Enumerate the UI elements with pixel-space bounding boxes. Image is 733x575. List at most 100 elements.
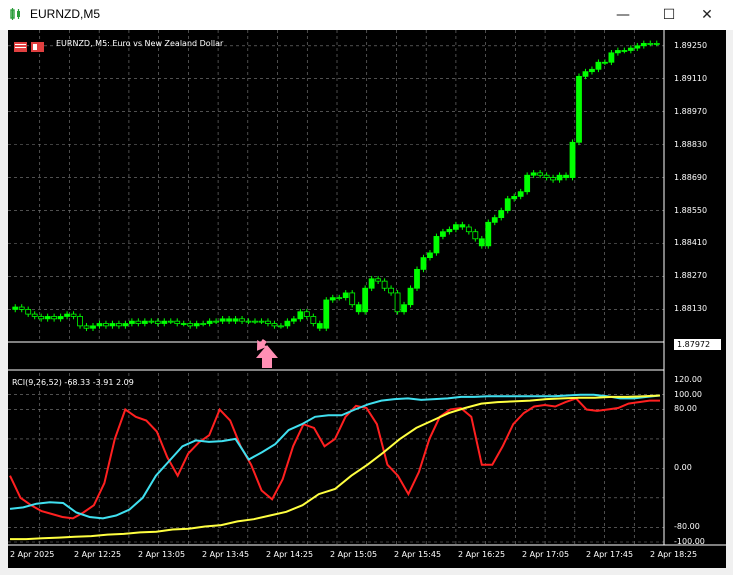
candle-body: [167, 320, 174, 323]
indicator-axis-label: -80.00: [674, 522, 700, 532]
price-axis-label: 1.88410: [674, 238, 708, 248]
candle-body: [368, 278, 375, 289]
candle-body: [70, 313, 77, 317]
candle-body: [180, 323, 187, 325]
time-axis-label: 2 Apr 13:05: [138, 550, 186, 559]
indicator-axis-label: 0.00: [674, 463, 692, 473]
candle-body: [297, 311, 304, 320]
candle-body: [18, 306, 25, 310]
indicator-label: RCI(9,26,52) -68.33 -3.91 2.09: [12, 378, 134, 387]
chart-canvas[interactable]: [8, 30, 726, 568]
candle-body: [375, 278, 382, 282]
candle-body: [427, 252, 433, 259]
candle-body: [25, 308, 32, 315]
chart-area[interactable]: EURNZD, M5: Euro vs New Zealand Dollar 1…: [8, 30, 726, 568]
candle-body: [51, 316, 58, 320]
candle-body: [31, 313, 38, 317]
candle-body: [174, 320, 181, 324]
price-axis-label: 1.88830: [674, 139, 708, 149]
candle-body: [362, 287, 369, 313]
candle-body: [135, 320, 142, 324]
candle-body: [278, 325, 284, 328]
candle-body: [213, 320, 220, 323]
candle-body: [239, 318, 245, 322]
window-title: EURNZD,M5: [30, 7, 101, 21]
candle-body: [187, 323, 194, 327]
candle-body: [498, 210, 505, 219]
candle-body: [472, 231, 479, 240]
candle-body: [459, 224, 466, 228]
candle-body: [543, 174, 550, 178]
candle-body: [440, 231, 446, 237]
candle-body: [271, 323, 278, 327]
candle-body: [219, 318, 226, 322]
time-axis-label: 2 Apr 17:45: [586, 550, 634, 559]
candle-body: [517, 191, 524, 197]
candle-body: [355, 304, 362, 313]
candle-body: [77, 316, 83, 327]
candle-body: [569, 141, 576, 178]
time-axis-label: 2 Apr 15:45: [394, 550, 442, 559]
candle-body: [576, 75, 582, 143]
candle-body: [653, 43, 660, 45]
candle-body: [452, 224, 459, 230]
candle-body: [148, 320, 155, 323]
time-axis-label: 2 Apr 2025: [10, 550, 55, 559]
candle-body: [232, 318, 239, 322]
candle-body: [537, 172, 544, 176]
close-icon: ✕: [701, 7, 713, 23]
time-axis-label: 2 Apr 14:25: [266, 550, 314, 559]
candle-body: [96, 323, 103, 327]
candle-body: [407, 287, 414, 306]
candle-body: [342, 292, 349, 299]
candle-body: [465, 226, 472, 233]
time-axis-label: 2 Apr 17:05: [522, 550, 570, 559]
candle-body: [83, 325, 90, 329]
candle-body: [64, 313, 70, 317]
candle-body: [310, 316, 317, 324]
candle-body: [550, 177, 556, 181]
candle-body: [57, 316, 64, 320]
candle-body: [252, 320, 258, 323]
price-axis-label: 1.88130: [674, 304, 708, 314]
current-price-tag: 1.87972: [674, 339, 721, 350]
candle-body: [161, 320, 168, 324]
candle-body: [349, 292, 356, 306]
chart-app-icon: [10, 8, 20, 20]
candle-body: [511, 196, 518, 200]
buy-arrow-icon: [256, 338, 278, 368]
maximize-button[interactable]: ☐: [652, 0, 686, 30]
candle-body: [103, 323, 109, 327]
time-axis-label: 2 Apr 18:25: [650, 550, 698, 559]
indicator-axis-label: 80.00: [674, 404, 697, 414]
candle-body: [323, 299, 330, 329]
candle-body: [401, 304, 407, 313]
candle-body: [433, 236, 440, 254]
minimize-button[interactable]: —: [606, 0, 640, 30]
candle-body: [589, 68, 595, 73]
candle-body: [245, 320, 252, 323]
candle-body: [206, 320, 213, 324]
symbol-menu-icons[interactable]: [14, 38, 46, 57]
indicator-axis-label: 120.00: [674, 375, 702, 384]
candle-body: [563, 174, 569, 178]
candle-body: [226, 318, 232, 322]
maximize-icon: ☐: [662, 7, 676, 23]
candle-body: [154, 320, 161, 324]
price-axis-label: 1.88970: [674, 106, 708, 116]
time-axis-label: 2 Apr 13:45: [202, 550, 250, 559]
candle-body: [128, 320, 135, 324]
candle-body: [556, 174, 563, 181]
close-button[interactable]: ✕: [690, 0, 724, 30]
candle-body: [141, 320, 148, 324]
candle-body: [116, 323, 122, 327]
candle-body: [414, 268, 420, 289]
candle-body: [38, 316, 45, 320]
candle-body: [284, 320, 291, 327]
flag-icon: [14, 42, 44, 52]
indicator-axis-label: -100.00: [674, 537, 705, 546]
candle-body: [504, 198, 511, 211]
candle-body: [530, 172, 537, 176]
candle-body: [316, 323, 323, 329]
price-axis-label: 1.88690: [674, 172, 708, 182]
